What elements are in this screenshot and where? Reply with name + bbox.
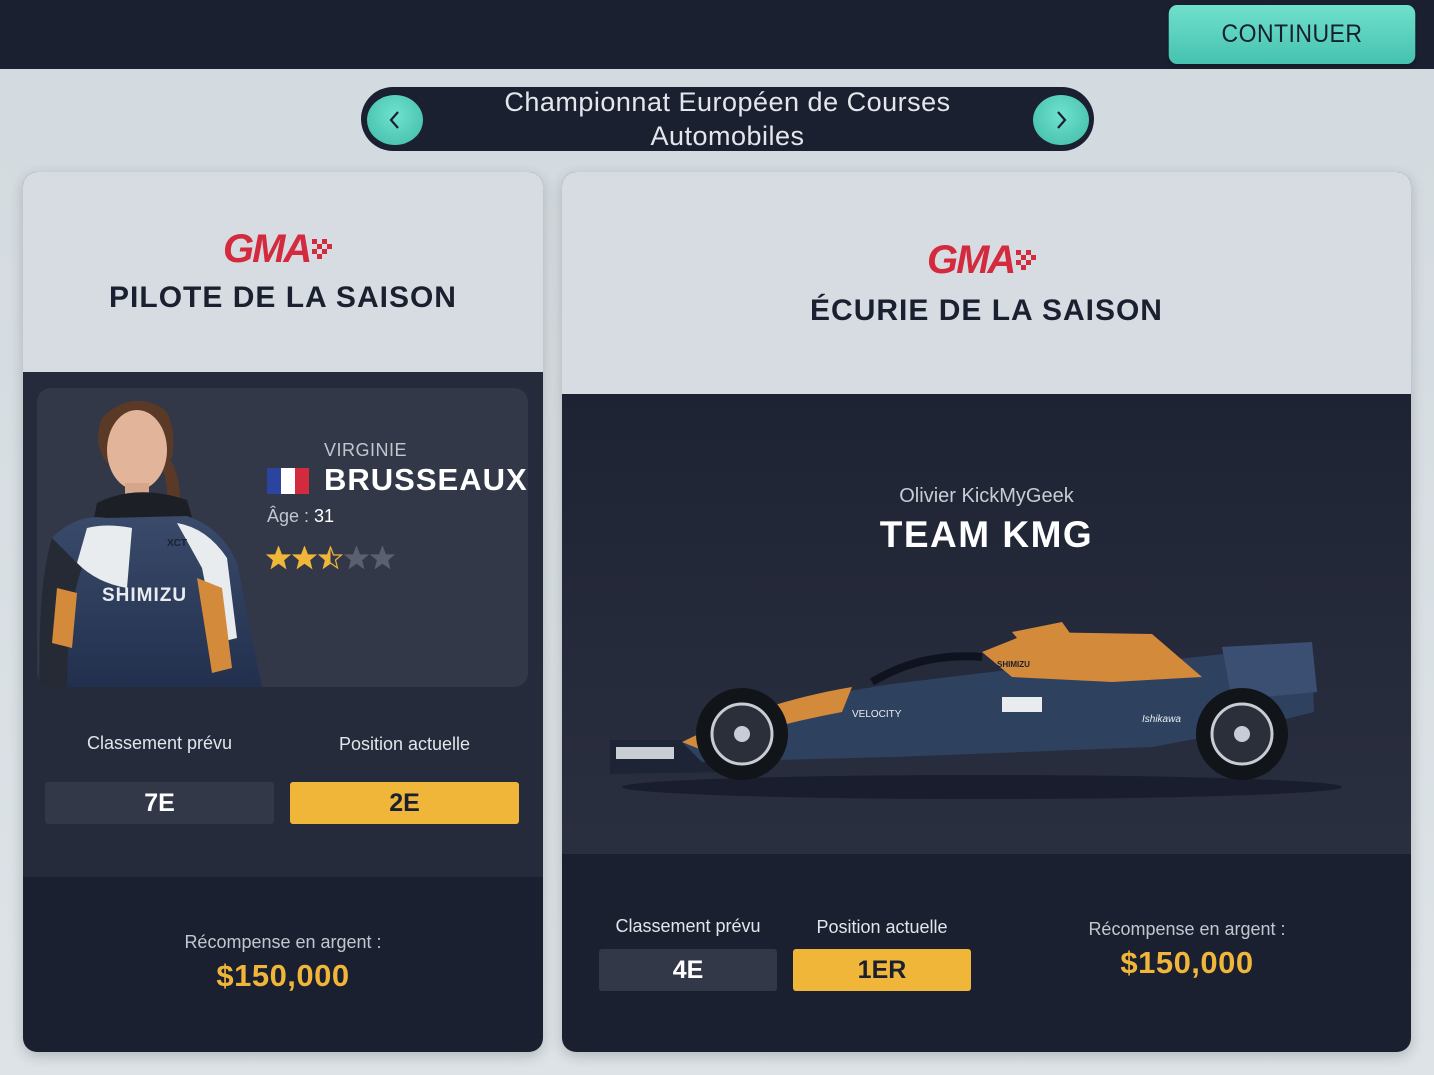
svg-text:Ishikawa: Ishikawa: [1142, 714, 1181, 725]
team-owner: Olivier KickMyGeek: [899, 485, 1074, 507]
gma-logo: GMA: [223, 227, 334, 272]
race-car-image: VELOCITY Ishikawa SHIMIZU: [610, 622, 1342, 799]
driver-portrait: SHIMIZU XCT: [37, 400, 262, 687]
driver-award-card: GMA PILOTE DE LA SAISON SHIMIZU XCT VIRG…: [23, 172, 543, 1052]
star-icon: [370, 546, 395, 570]
svg-text:SHIMIZU: SHIMIZU: [997, 660, 1030, 669]
forecast-value: 7E: [45, 782, 274, 824]
team-name: TEAM KMG: [879, 514, 1094, 555]
team-award-header: GMA ÉCURIE DE LA SAISON: [562, 172, 1411, 394]
age-label: Âge :: [267, 506, 310, 526]
continue-button[interactable]: CONTINUER: [1168, 5, 1416, 64]
driver-rating: [266, 546, 395, 570]
france-flag-icon: [267, 468, 309, 494]
driver-last-name: BRUSSEAUX: [324, 462, 528, 497]
star-icon: [344, 546, 369, 570]
driver-award-title: PILOTE DE LA SAISON: [109, 281, 457, 314]
championship-selector: Championnat Européen de Courses Automobi…: [361, 87, 1094, 151]
prize-money-label: Récompense en argent :: [184, 932, 382, 952]
next-championship-button[interactable]: [1033, 95, 1089, 145]
gma-logo-text: GMA: [927, 238, 1016, 282]
current-position-label: Position actuelle: [338, 734, 471, 754]
forecast-value: 4E: [599, 949, 777, 991]
team-award-title: ÉCURIE DE LA SAISON: [810, 294, 1163, 327]
star-icon: [292, 546, 317, 570]
star-icon: [318, 546, 343, 570]
team-award-card: GMA ÉCURIE DE LA SAISON Olivier KickMyGe…: [562, 172, 1411, 1052]
driver-award-header: GMA PILOTE DE LA SAISON: [23, 172, 543, 372]
previous-championship-button[interactable]: [367, 95, 423, 145]
current-position-label: Position actuelle: [816, 917, 948, 937]
forecast-label: Classement prévu: [615, 916, 761, 936]
driver-section: SHIMIZU XCT VIRGINIE BRUSSEAUX Âge : 31 …: [23, 372, 543, 877]
chevron-right-icon: [1057, 111, 1067, 129]
chevron-left-icon: [389, 111, 399, 129]
forecast-label: Classement prévu: [86, 733, 233, 753]
driver-panel: SHIMIZU XCT VIRGINIE BRUSSEAUX Âge : 31: [37, 388, 528, 687]
prize-money-value: $150,000: [1120, 945, 1254, 980]
prize-money-value: $150,000: [216, 958, 350, 993]
current-position-value: 2E: [290, 782, 519, 824]
gma-logo-text: GMA: [223, 227, 312, 271]
age-value: 31: [314, 506, 335, 526]
checkered-flag-icon: [1016, 249, 1037, 270]
current-position-value: 1ER: [793, 949, 971, 991]
svg-text:VELOCITY: VELOCITY: [852, 709, 902, 720]
star-icon: [266, 546, 291, 570]
prize-money-label: Récompense en argent :: [1088, 919, 1286, 939]
svg-text:XCT: XCT: [167, 538, 187, 549]
checkered-flag-icon: [312, 238, 333, 259]
championship-title: Championnat Européen de Courses Automobi…: [504, 87, 951, 151]
driver-age: Âge : 31: [267, 506, 334, 527]
driver-first-name: VIRGINIE: [324, 440, 408, 460]
gma-logo: GMA: [927, 238, 1038, 283]
svg-text:SHIMIZU: SHIMIZU: [102, 585, 187, 606]
